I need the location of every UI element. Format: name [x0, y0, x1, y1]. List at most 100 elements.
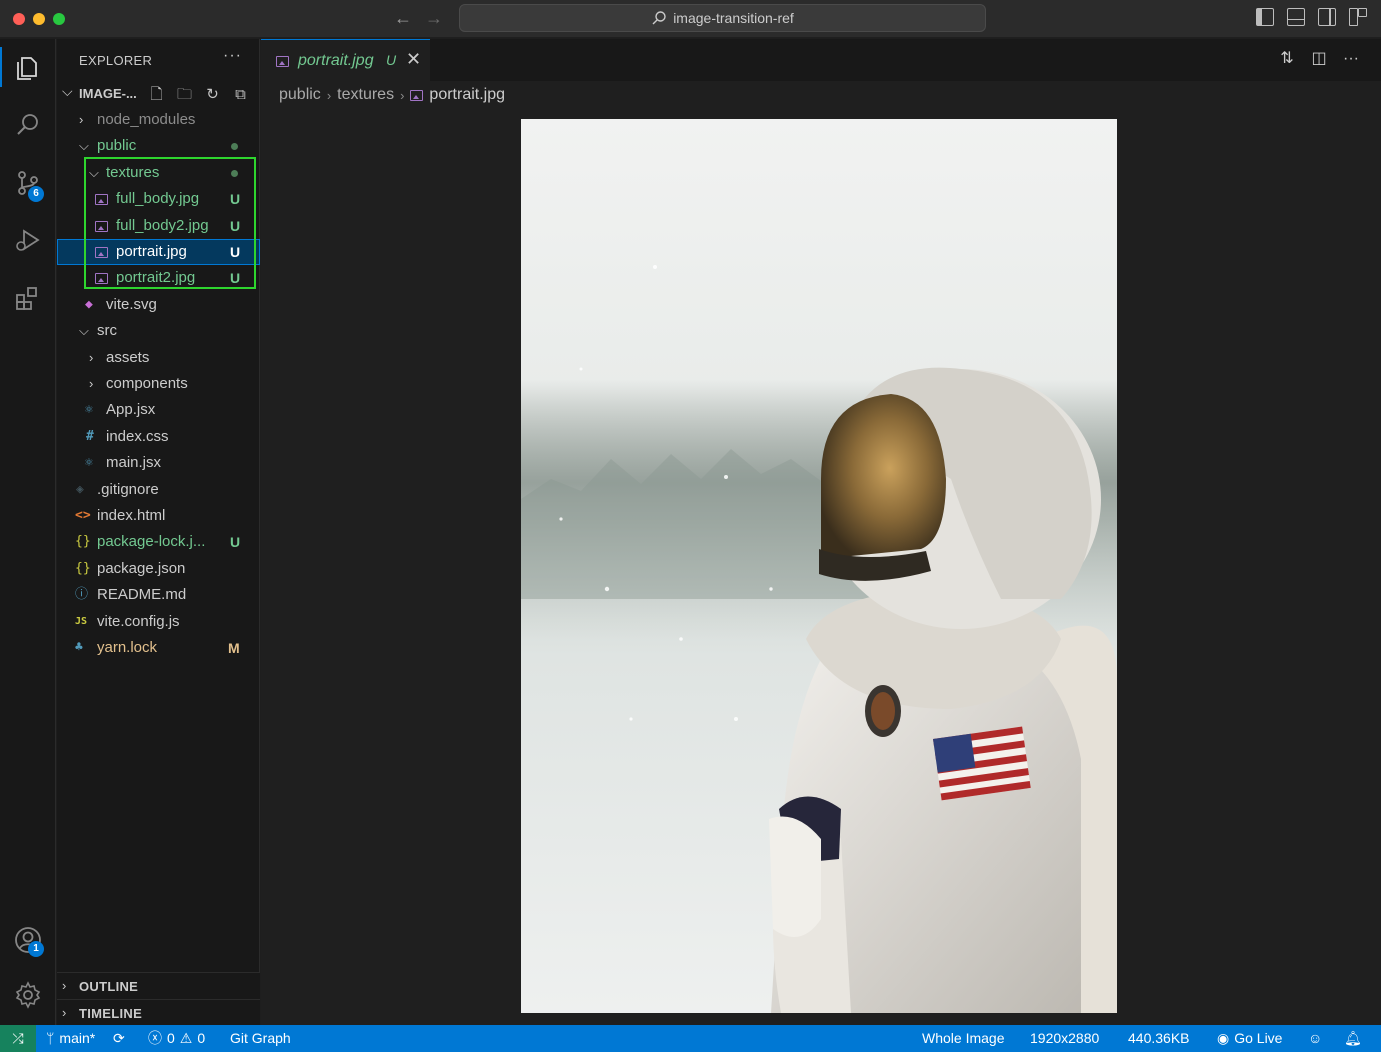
untracked-badge: U — [230, 270, 241, 286]
notifications-bell-icon[interactable]: 🔔︎ — [1344, 1025, 1362, 1052]
tree-item-label: src — [97, 322, 117, 339]
tree-item-yarn-lock[interactable]: ♣ yarn.lock M — [57, 635, 260, 661]
customize-layout-icon[interactable] — [1349, 8, 1367, 26]
workspace-folder-name: IMAGE-... — [79, 86, 137, 101]
maximize-window-button[interactable] — [53, 13, 65, 25]
breadcrumb-public[interactable]: public — [279, 86, 321, 104]
branch-indicator[interactable]: ᛘ main* — [46, 1025, 95, 1052]
image-file-icon — [410, 89, 424, 101]
tree-item-full-body-jpg[interactable]: full_body.jpg U — [57, 186, 260, 212]
tree-item-node-modules[interactable]: › node_modules — [57, 107, 260, 133]
new-folder-icon[interactable]: 🗀 — [175, 85, 194, 104]
manage-gear-icon[interactable] — [0, 971, 56, 1019]
compare-changes-icon[interactable]: ⇅ — [1277, 49, 1297, 69]
workspace-folder-header[interactable]: ⌵ IMAGE-... 🗋 🗀 ↻ ⧉ — [57, 83, 260, 105]
source-control-icon[interactable]: 6 — [0, 159, 56, 207]
chevron-right-icon: › — [89, 376, 94, 391]
tree-item-label: main.jsx — [106, 454, 162, 471]
go-live-button[interactable]: ◉ Go Live — [1217, 1025, 1282, 1052]
outline-section-header[interactable]: › OUTLINE — [57, 972, 260, 999]
tree-item-portrait-jpg[interactable]: portrait.jpg U — [57, 239, 260, 265]
tab-untracked-badge: U — [386, 52, 397, 68]
sync-icon[interactable]: ⟳ — [113, 1025, 125, 1052]
source-control-badge: 6 — [28, 186, 44, 202]
tree-item-label: public — [97, 137, 137, 154]
tree-item-full-body2-jpg[interactable]: full_body2.jpg U — [57, 213, 260, 239]
tree-item-src[interactable]: ⌵ src — [57, 318, 260, 344]
split-editor-icon[interactable]: ◫ — [1309, 49, 1329, 69]
image-zoom-button[interactable]: Whole Image — [922, 1025, 1004, 1052]
tree-item-public[interactable]: ⌵ public — [57, 133, 260, 159]
tree-item-label: index.css — [106, 428, 169, 445]
tree-item-components[interactable]: › components — [57, 371, 260, 397]
tree-item-label: full_body2.jpg — [116, 217, 209, 234]
chevron-right-icon: › — [400, 87, 405, 103]
refresh-icon[interactable]: ↻ — [203, 85, 222, 104]
react-icon: ⚛ — [85, 402, 93, 417]
command-center-search[interactable]: image-transition-ref — [459, 4, 986, 32]
toggle-secondary-sidebar-icon[interactable] — [1318, 8, 1336, 26]
timeline-section-header[interactable]: › TIMELINE — [57, 999, 260, 1025]
image-file-icon — [95, 247, 108, 258]
tree-item-readme-md[interactable]: ⓘ README.md — [57, 582, 260, 608]
feedback-icon[interactable]: ☺ — [1308, 1025, 1322, 1052]
tree-item-assets[interactable]: › assets — [57, 345, 260, 371]
toggle-primary-sidebar-icon[interactable] — [1256, 8, 1274, 26]
untracked-badge: U — [230, 534, 241, 550]
tree-item-label: portrait2.jpg — [116, 269, 196, 286]
dimensions-label: 1920x2880 — [1030, 1030, 1100, 1046]
css-file-icon: # — [86, 429, 94, 444]
breadcrumb-portrait-jpg[interactable]: portrait.jpg — [429, 86, 505, 104]
search-icon[interactable] — [0, 101, 56, 149]
more-actions-icon[interactable]: ··· — [1341, 49, 1361, 69]
tree-item-app-jsx[interactable]: ⚛ App.jsx — [57, 397, 260, 423]
command-center-label: image-transition-ref — [673, 10, 794, 26]
tree-item-vite-config-js[interactable]: JS vite.config.js — [57, 609, 260, 635]
collapse-all-icon[interactable]: ⧉ — [231, 85, 250, 104]
back-arrow-icon[interactable]: ← — [392, 7, 414, 29]
tree-item-package-json[interactable]: {} package.json — [57, 556, 260, 582]
extensions-icon[interactable] — [0, 274, 56, 322]
close-window-button[interactable] — [13, 13, 25, 25]
git-graph-label: Git Graph — [230, 1030, 291, 1046]
breadcrumb-textures[interactable]: textures — [337, 86, 394, 104]
tree-item-gitignore[interactable]: ◈ .gitignore — [57, 477, 260, 503]
activity-bar: 6 1 — [0, 39, 56, 1025]
toggle-panel-icon[interactable] — [1287, 8, 1305, 26]
forward-arrow-icon[interactable]: → — [423, 7, 445, 29]
accounts-badge: 1 — [28, 941, 44, 957]
explorer-icon[interactable] — [0, 43, 56, 91]
run-and-debug-icon[interactable] — [0, 216, 56, 264]
tree-item-portrait2-jpg[interactable]: portrait2.jpg U — [57, 265, 260, 291]
tree-item-label: components — [106, 375, 188, 392]
tree-item-package-lock-json[interactable]: {} package-lock.j... U — [57, 529, 260, 555]
tree-item-textures[interactable]: ⌵ textures — [57, 160, 260, 186]
tab-portrait-jpg[interactable]: portrait.jpg U ✕ — [261, 39, 430, 81]
yarn-file-icon: ♣ — [75, 640, 83, 655]
untracked-badge: U — [230, 191, 241, 207]
tree-item-vite-svg[interactable]: ◆ vite.svg — [57, 292, 260, 318]
chevron-down-icon: ⌵ — [79, 138, 89, 153]
tree-item-index-css[interactable]: # index.css — [57, 424, 260, 450]
tree-item-index-html[interactable]: <> index.html — [57, 503, 260, 529]
tree-item-label: package.json — [97, 560, 186, 577]
tab-label: portrait.jpg — [298, 52, 374, 69]
tree-item-label: textures — [106, 164, 160, 181]
image-file-icon — [95, 221, 108, 232]
new-file-icon[interactable]: 🗋 — [147, 85, 166, 104]
filesize-label: 440.36KB — [1128, 1030, 1190, 1046]
explorer-more-actions-button[interactable]: ··· — [223, 47, 242, 65]
accounts-icon[interactable]: 1 — [0, 916, 56, 964]
tree-item-main-jsx[interactable]: ⚛ main.jsx — [57, 450, 260, 476]
chevron-down-icon: ⌵ — [89, 165, 99, 180]
title-bar: ← → image-transition-ref — [0, 0, 1381, 38]
branch-name: main* — [59, 1030, 96, 1046]
remote-indicator-icon[interactable]: ⤮ — [0, 1025, 36, 1052]
problems-indicator[interactable]: ⓧ 0 ⚠ 0 — [148, 1025, 205, 1052]
git-graph-button[interactable]: Git Graph — [230, 1025, 291, 1052]
go-live-label: Go Live — [1234, 1030, 1283, 1046]
minimize-window-button[interactable] — [33, 13, 45, 25]
close-icon[interactable]: ✕ — [406, 49, 421, 70]
chevron-down-icon: ⌵ — [62, 83, 73, 99]
info-file-icon: ⓘ — [75, 587, 89, 602]
